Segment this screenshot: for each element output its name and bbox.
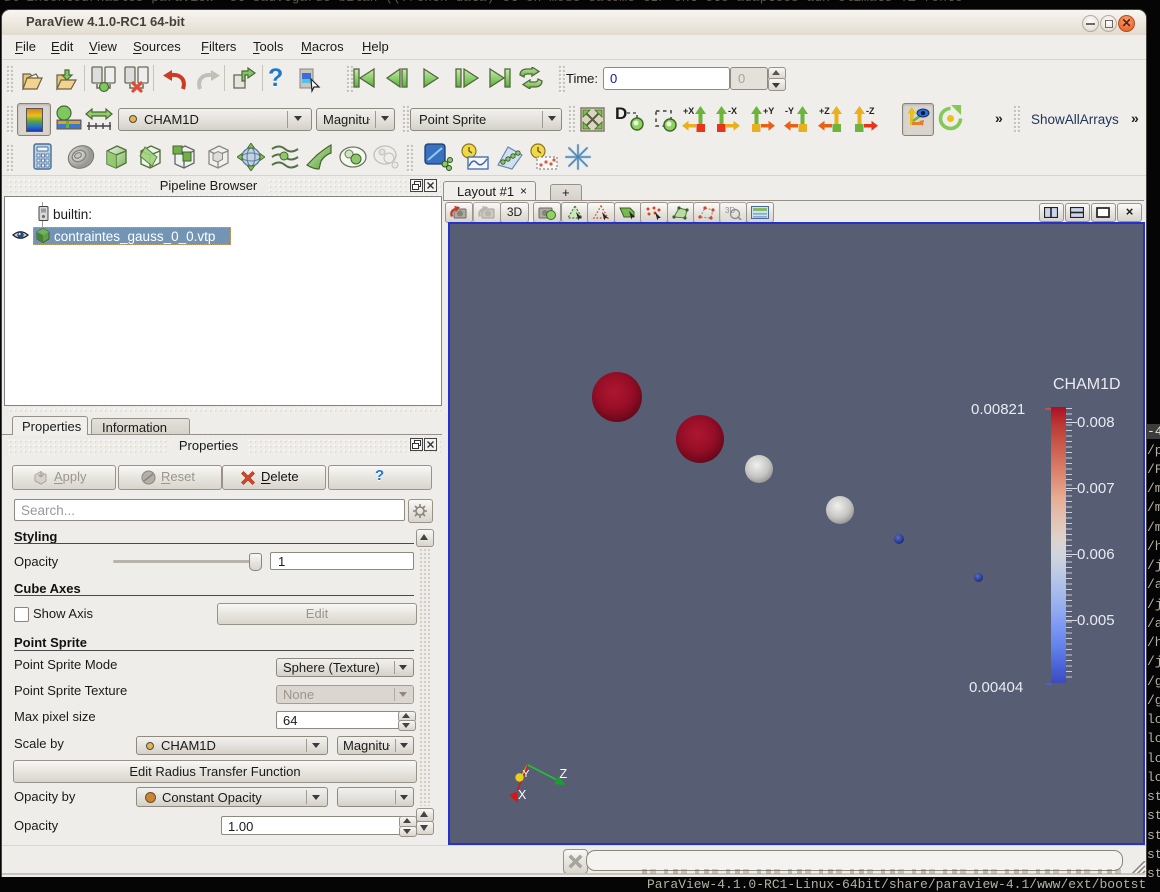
svg-text:Y: Y bbox=[523, 768, 530, 780]
svg-text:+X: +X bbox=[683, 106, 694, 116]
svg-text:+Z: +Z bbox=[819, 106, 830, 116]
svg-text:-Y: -Y bbox=[785, 106, 794, 116]
svg-text:X: X bbox=[518, 788, 527, 802]
svg-text:Z: Z bbox=[560, 767, 568, 781]
svg-text:+Y: +Y bbox=[763, 106, 774, 116]
svg-text:-Z: -Z bbox=[866, 106, 875, 116]
svg-text:-X: -X bbox=[728, 106, 737, 116]
